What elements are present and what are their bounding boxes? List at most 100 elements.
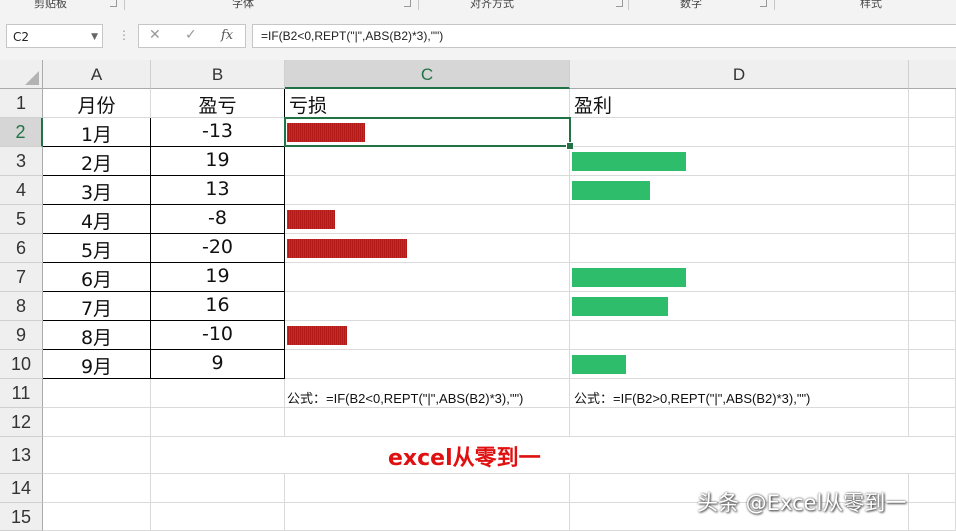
cell-a1[interactable]: 月份 xyxy=(43,89,151,118)
empty-cell[interactable] xyxy=(43,474,151,503)
column-header-b[interactable]: B xyxy=(151,60,285,89)
profit-loss-cell[interactable]: 16 xyxy=(151,292,285,321)
profit-bar-cell[interactable] xyxy=(570,118,909,147)
enter-icon[interactable]: ✓ xyxy=(185,27,197,43)
empty-cell[interactable] xyxy=(43,379,151,408)
profit-loss-cell[interactable]: 19 xyxy=(151,263,285,292)
month-cell[interactable]: 6月 xyxy=(43,263,151,292)
row-header-5[interactable]: 5 xyxy=(0,205,43,234)
month-cell[interactable]: 3月 xyxy=(43,176,151,205)
drag-handle-icon[interactable]: ⋮ xyxy=(118,28,130,42)
profit-bar-cell[interactable] xyxy=(570,147,909,176)
font-expand-icon[interactable] xyxy=(404,0,411,7)
empty-cell[interactable] xyxy=(43,503,151,531)
clipboard-expand-icon[interactable] xyxy=(110,0,117,7)
loss-bar-cell[interactable] xyxy=(285,176,570,205)
empty-cell[interactable] xyxy=(909,379,956,408)
empty-cell[interactable] xyxy=(909,263,956,292)
empty-cell[interactable] xyxy=(909,176,956,205)
empty-cell[interactable] xyxy=(151,503,285,531)
row-header-9[interactable]: 9 xyxy=(0,321,43,350)
cancel-icon[interactable]: ✕ xyxy=(149,27,161,43)
profit-bar-cell[interactable] xyxy=(570,205,909,234)
profit-loss-cell[interactable]: 19 xyxy=(151,147,285,176)
select-all-button[interactable] xyxy=(0,60,43,89)
column-header-e[interactable] xyxy=(909,60,956,89)
formula-input[interactable]: =IF(B2<0,REPT("|",ABS(B2)*3),"") xyxy=(252,24,956,48)
empty-cell[interactable] xyxy=(909,408,956,437)
row-header-12[interactable]: 12 xyxy=(0,408,43,437)
empty-cell[interactable] xyxy=(151,379,285,408)
empty-cell[interactable] xyxy=(909,474,956,503)
loss-bar-cell[interactable] xyxy=(285,350,570,379)
profit-loss-cell[interactable]: 9 xyxy=(151,350,285,379)
empty-cell[interactable] xyxy=(43,437,151,474)
row-header-1[interactable]: 1 xyxy=(0,89,43,118)
cell-d1[interactable]: 盈利 xyxy=(570,89,909,118)
empty-cell[interactable] xyxy=(151,437,285,474)
empty-cell[interactable] xyxy=(151,408,285,437)
insert-function-icon[interactable]: fx xyxy=(221,28,233,43)
empty-cell[interactable] xyxy=(285,474,570,503)
column-header-d[interactable]: D xyxy=(570,60,909,89)
loss-bar-cell[interactable] xyxy=(285,147,570,176)
fill-handle[interactable] xyxy=(566,142,574,150)
empty-cell[interactable] xyxy=(909,89,956,118)
empty-cell[interactable] xyxy=(909,321,956,350)
empty-cell[interactable] xyxy=(43,408,151,437)
row-header-11[interactable]: 11 xyxy=(0,379,43,408)
row-header-7[interactable]: 7 xyxy=(0,263,43,292)
chevron-down-icon[interactable]: ▼ xyxy=(91,25,98,49)
profit-bar-cell[interactable] xyxy=(570,292,909,321)
empty-cell[interactable] xyxy=(909,292,956,321)
profit-loss-cell[interactable]: 13 xyxy=(151,176,285,205)
row-header-8[interactable]: 8 xyxy=(0,292,43,321)
loss-bar-cell[interactable] xyxy=(285,263,570,292)
profit-loss-cell[interactable]: -10 xyxy=(151,321,285,350)
row-header-6[interactable]: 6 xyxy=(0,234,43,263)
profit-bar-cell[interactable] xyxy=(570,234,909,263)
profit-loss-cell[interactable]: -13 xyxy=(151,118,285,147)
row-header-10[interactable]: 10 xyxy=(0,350,43,379)
profit-bar-cell[interactable] xyxy=(570,263,909,292)
profit-loss-cell[interactable]: -20 xyxy=(151,234,285,263)
empty-cell[interactable] xyxy=(909,147,956,176)
empty-cell[interactable] xyxy=(151,474,285,503)
month-cell[interactable]: 1月 xyxy=(43,118,151,147)
number-expand-icon[interactable] xyxy=(760,0,767,7)
empty-cell[interactable] xyxy=(909,234,956,263)
row-header-4[interactable]: 4 xyxy=(0,176,43,205)
loss-bar-cell[interactable] xyxy=(285,321,570,350)
empty-cell[interactable] xyxy=(909,437,956,474)
empty-cell[interactable] xyxy=(570,408,909,437)
column-header-c[interactable]: C xyxy=(285,60,570,89)
row-header-2[interactable]: 2 xyxy=(0,118,43,147)
profit-bar-cell[interactable] xyxy=(570,321,909,350)
month-cell[interactable]: 2月 xyxy=(43,147,151,176)
month-cell[interactable]: 5月 xyxy=(43,234,151,263)
empty-cell[interactable] xyxy=(570,437,909,474)
empty-cell[interactable] xyxy=(909,205,956,234)
alignment-expand-icon[interactable] xyxy=(616,0,623,7)
cell-b1[interactable]: 盈亏 xyxy=(151,89,285,118)
loss-bar-cell[interactable] xyxy=(285,292,570,321)
month-cell[interactable]: 4月 xyxy=(43,205,151,234)
empty-cell[interactable] xyxy=(909,503,956,531)
cell-c1[interactable]: 亏损 xyxy=(285,89,570,118)
column-header-a[interactable]: A xyxy=(43,60,151,89)
empty-cell[interactable] xyxy=(285,503,570,531)
profit-bar-cell[interactable] xyxy=(570,176,909,205)
loss-bar-cell[interactable] xyxy=(285,234,570,263)
loss-bar-cell[interactable] xyxy=(285,205,570,234)
profit-bar-cell[interactable] xyxy=(570,350,909,379)
empty-cell[interactable] xyxy=(909,118,956,147)
name-box[interactable]: C2 ▼ xyxy=(6,24,103,48)
month-cell[interactable]: 7月 xyxy=(43,292,151,321)
row-header-15[interactable]: 15 xyxy=(0,503,43,531)
empty-cell[interactable] xyxy=(909,350,956,379)
row-header-14[interactable]: 14 xyxy=(0,474,43,503)
row-header-13[interactable]: 13 xyxy=(0,437,43,474)
profit-loss-cell[interactable]: -8 xyxy=(151,205,285,234)
empty-cell[interactable] xyxy=(285,408,570,437)
month-cell[interactable]: 8月 xyxy=(43,321,151,350)
